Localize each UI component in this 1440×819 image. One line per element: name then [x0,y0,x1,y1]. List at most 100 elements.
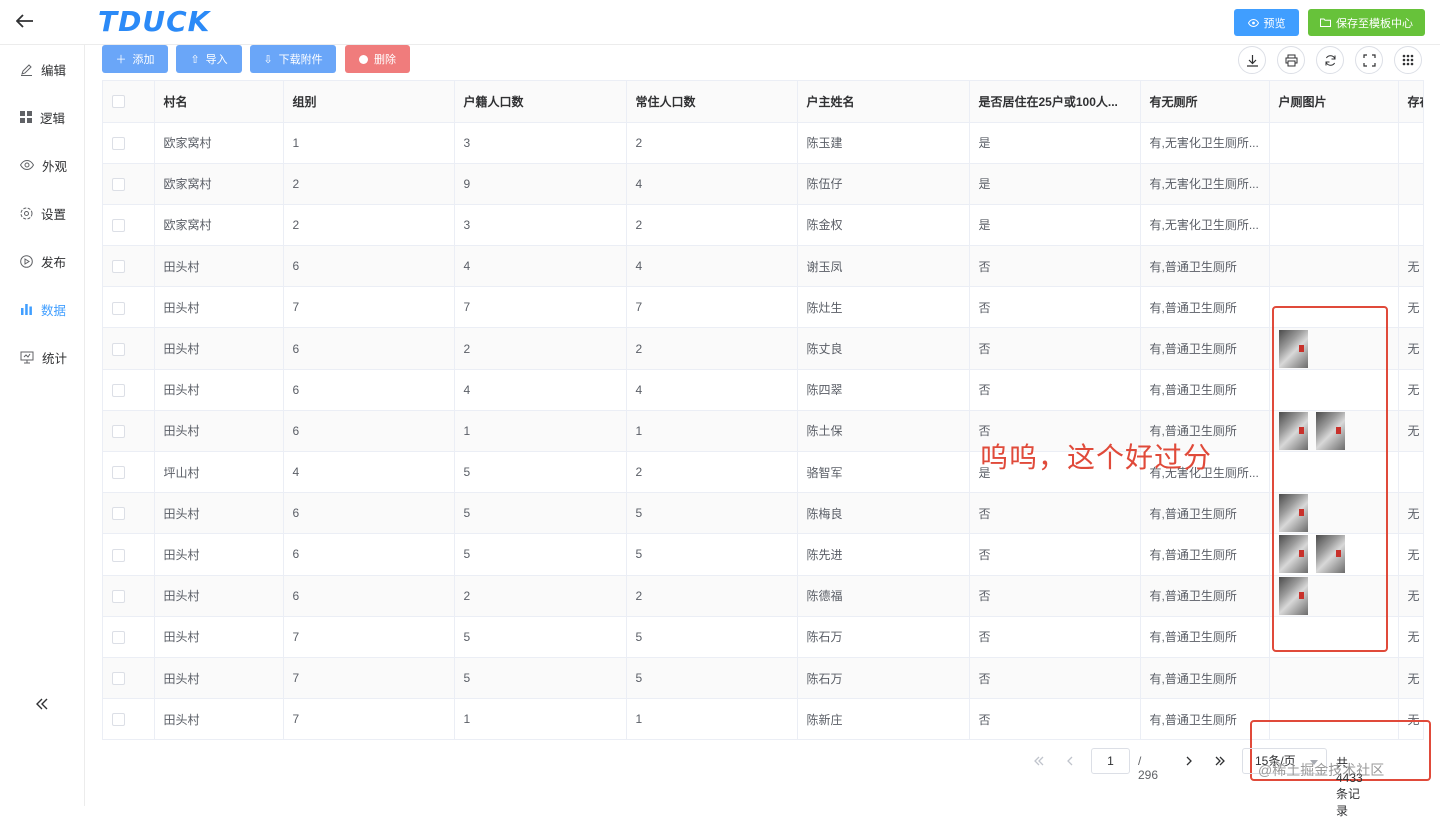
row-checkbox[interactable] [112,425,125,439]
sidebar-item-data[interactable]: 数据 [0,294,85,324]
row-checkbox[interactable] [112,631,125,644]
table-cell: 田头村 [154,533,284,576]
table-row[interactable]: 田头村 7 1 1 陈新庄否有,普通卫生厕所无 [103,698,1423,739]
print-icon[interactable] [1277,46,1305,74]
column-header[interactable]: 组别 [283,81,455,123]
last-page-icon[interactable] [1209,748,1231,774]
column-header[interactable]: 是否居住在25户或100人... [969,81,1141,123]
sidebar-item-settings[interactable]: 设置 [0,198,85,228]
sidebar-item-label: 数据 [41,303,67,318]
table-row[interactable]: 田头村 6 2 2 陈丈良否有,普通卫生厕所无 [103,327,1423,370]
column-header[interactable]: 户主姓名 [797,81,970,123]
column-header[interactable]: 常住人口数 [626,81,798,123]
table-body: 欧家窝村 1 3 2 陈玉建是有,无害化卫生厕所... 欧家窝村 2 9 4 陈伍仔是有,无害化卫… [103,122,1423,739]
table-cell: 陈玉建 [797,122,970,164]
sidebar-item-statistics[interactable]: 统计 [0,342,85,372]
table-row[interactable]: 坪山村 4 5 2 骆智军是有,无害化卫生厕所... [103,451,1423,494]
table-row[interactable]: 田头村 7 7 7 陈灶生否有,普通卫生厕所无 [103,286,1423,329]
first-page-icon[interactable] [1028,748,1050,774]
import-button[interactable]: ⇧ 导入 [176,45,242,73]
table-cell: 6 [283,575,455,617]
table-cell: 2 [626,575,798,617]
table-row[interactable]: 欧家窝村 2 9 4 陈伍仔是有,无害化卫生厕所... [103,163,1423,205]
table-row[interactable]: 田头村 6 4 4 谢玉凤否有,普通卫生厕所无 [103,245,1423,288]
prev-page-icon[interactable] [1059,748,1081,774]
sidebar-item-edit[interactable]: 编辑 [0,54,85,84]
table-cell: 无 [1398,492,1423,535]
row-checkbox-cell [103,698,155,739]
collapse-sidebar-icon[interactable] [30,692,54,716]
table-cell: 否 [969,286,1141,329]
table-cell: 田头村 [154,698,284,739]
preview-button[interactable]: 预览 [1234,9,1299,36]
row-checkbox[interactable] [112,342,125,356]
table-cell: 1 [283,122,455,164]
table-cell: 陈土保 [797,410,970,453]
table-header-row: 村名 组别 户籍人口数 常住人口数 户主姓名 是否居住在25户或100人... … [103,81,1423,123]
column-header[interactable]: 村名 [154,81,284,123]
row-checkbox[interactable] [112,177,125,191]
table-row[interactable]: 田头村 6 4 4 陈四翠否有,普通卫生厕所无 [103,369,1423,411]
sidebar-item-logic[interactable]: 逻辑 [0,102,85,132]
delete-button[interactable]: 删除 [345,45,410,73]
column-settings-icon[interactable] [1394,46,1422,74]
sidebar-item-appearance[interactable]: 外观 [0,150,85,180]
table-row[interactable]: 田头村 7 5 5 陈石万否有,普通卫生厕所无 [103,616,1423,658]
table-cell: 陈灶生 [797,286,970,329]
table-cell: 坪山村 [154,451,284,494]
table-cell: 6 [283,492,455,535]
next-page-icon[interactable] [1178,748,1200,774]
table-cell: 4 [454,369,627,411]
row-checkbox[interactable] [112,548,125,562]
row-checkbox-cell [103,657,155,700]
fullscreen-icon[interactable] [1355,46,1383,74]
table-cell: 陈四翠 [797,369,970,411]
table-cell: 7 [283,286,455,329]
column-header[interactable]: 户籍人口数 [454,81,627,123]
save-to-template-button[interactable]: 保存至模板中心 [1308,9,1425,36]
row-checkbox[interactable] [112,713,125,727]
sidebar-item-publish[interactable]: 发布 [0,246,85,276]
table-row[interactable]: 田头村 7 5 5 陈石万否有,普通卫生厕所无 [103,657,1423,700]
row-checkbox[interactable] [112,383,125,397]
row-checkbox[interactable] [112,260,125,274]
row-checkbox[interactable] [112,466,125,480]
select-all-checkbox[interactable] [112,95,125,109]
column-header[interactable]: 存在 [1398,81,1423,123]
row-checkbox[interactable] [112,219,125,233]
table-row[interactable]: 田头村 6 2 2 陈德福否有,普通卫生厕所无 [103,575,1423,617]
row-checkbox[interactable] [112,136,125,150]
table-cell: 6 [283,245,455,288]
row-checkbox-cell [103,122,155,164]
table-cell: 6 [283,369,455,411]
row-checkbox[interactable] [112,672,125,686]
table-row[interactable]: 田头村 6 5 5 陈梅良否有,普通卫生厕所无 [103,492,1423,535]
table-cell: 2 [283,204,455,247]
table-cell: 2 [626,327,798,370]
table-cell: 陈新庄 [797,698,970,739]
column-header[interactable]: 户厕图片 [1269,81,1399,123]
table-cell: 2 [283,163,455,205]
row-checkbox[interactable] [112,507,125,521]
table-cell [1398,163,1423,205]
watermark: @稀土掘金技术社区 [1258,762,1385,778]
table-row[interactable]: 田头村 6 5 5 陈先进否有,普通卫生厕所无 [103,533,1423,576]
export-download-icon[interactable] [1238,46,1266,74]
add-button[interactable]: ＋ 添加 [102,45,168,73]
download-attachments-button[interactable]: ⇩ 下载附件 [250,45,336,73]
table-cell: 5 [454,533,627,576]
table-row[interactable]: 田头村 6 1 1 陈土保否有,普通卫生厕所无 [103,410,1423,453]
row-checkbox-cell [103,245,155,288]
page-number-input[interactable]: 1 [1091,748,1130,774]
table-cell [1398,122,1423,164]
table-row[interactable]: 欧家窝村 2 3 2 陈金权是有,无害化卫生厕所... [103,204,1423,247]
back-arrow-icon[interactable] [14,10,36,32]
row-checkbox[interactable] [112,301,125,315]
table-cell: 5 [626,492,798,535]
refresh-icon[interactable] [1316,46,1344,74]
table-cell [1398,451,1423,494]
row-checkbox[interactable] [112,589,125,603]
column-header[interactable]: 有无厕所 [1140,81,1270,123]
table-cell: 5 [626,533,798,576]
table-row[interactable]: 欧家窝村 1 3 2 陈玉建是有,无害化卫生厕所... [103,122,1423,164]
